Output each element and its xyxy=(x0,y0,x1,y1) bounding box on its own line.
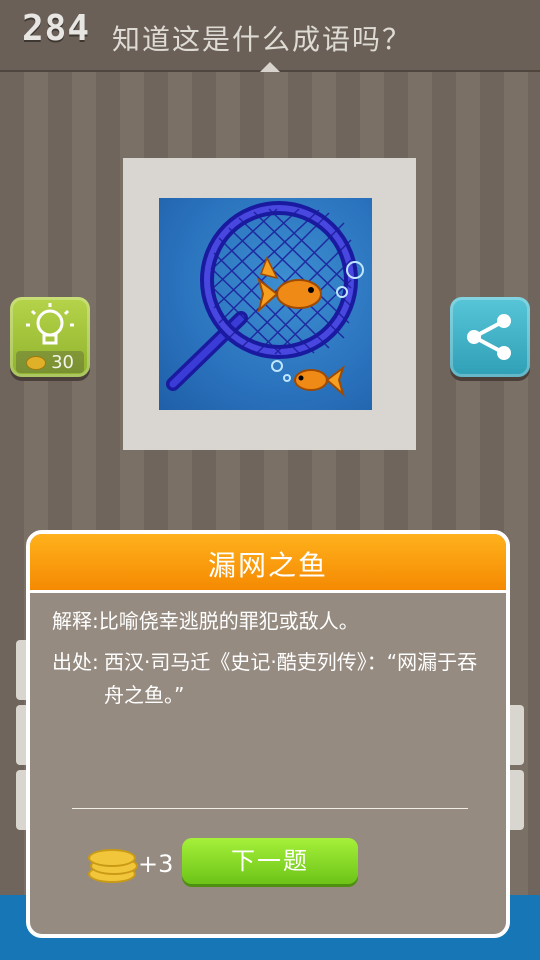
hint-button[interactable]: 30 xyxy=(10,297,90,377)
coin-stack-icon xyxy=(88,845,138,883)
explanation-label: 解释: xyxy=(52,609,99,633)
hint-cost: 30 xyxy=(16,351,84,373)
divider xyxy=(72,808,468,809)
share-icon xyxy=(467,314,511,360)
top-bar: 284 知道这是什么成语吗？ xyxy=(0,0,540,72)
puzzle-image-frame xyxy=(123,158,416,450)
level-number: 284 xyxy=(22,8,91,49)
explanation-row: 解释:比喻侥幸逃脱的罪犯或敌人。 xyxy=(52,605,492,638)
question-text: 知道这是什么成语吗？ xyxy=(112,23,413,56)
explanation-text: 比喻侥幸逃脱的罪犯或敌人。 xyxy=(98,609,359,633)
net-fish-illustration xyxy=(166,201,364,397)
source-label: 出处: xyxy=(52,650,99,674)
hint-cost-value: 30 xyxy=(51,352,74,373)
dialog-title: 漏网之鱼 xyxy=(207,549,328,582)
puzzle-image xyxy=(159,198,372,410)
share-button[interactable] xyxy=(450,297,530,377)
next-question-button[interactable]: 下一题 xyxy=(182,838,358,884)
reward-amount: +3 xyxy=(138,850,174,878)
source-text: 西汉·司马迁《史记·酷吏列传》：“网漏于吞舟之鱼。” xyxy=(104,650,478,707)
notch xyxy=(260,62,280,72)
coin-icon xyxy=(26,356,46,370)
dialog-header: 漏网之鱼 xyxy=(30,534,506,593)
